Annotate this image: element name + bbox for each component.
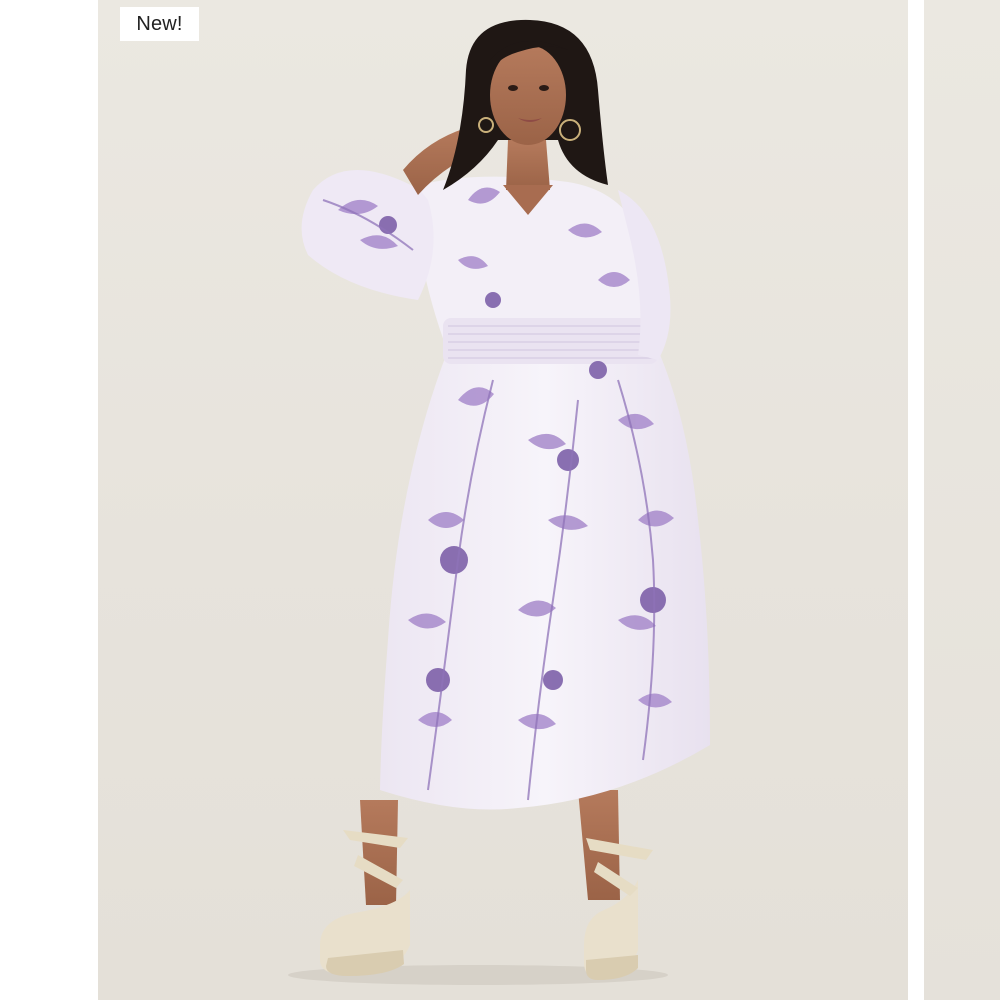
model-illustration <box>288 19 710 985</box>
new-badge: New! <box>120 7 199 41</box>
neck <box>506 140 550 190</box>
product-image[interactable] <box>98 0 908 1000</box>
gallery-left-gutter <box>0 0 98 1000</box>
left-sleeve <box>301 170 434 300</box>
right-eye <box>539 85 549 91</box>
next-product-image-peek[interactable] <box>924 0 1000 1000</box>
gallery-divider <box>908 0 924 1000</box>
face <box>490 45 566 145</box>
product-gallery: New! <box>0 0 1000 1000</box>
dress-skirt <box>380 350 710 810</box>
smocked-waist <box>443 318 658 364</box>
left-leg <box>360 800 398 905</box>
left-eye <box>508 85 518 91</box>
